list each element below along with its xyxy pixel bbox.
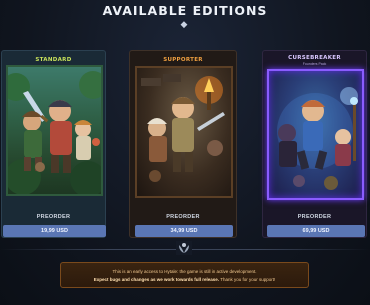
edition-subtitle: Founders Pack <box>302 62 327 66</box>
price-button-supporter[interactable]: 34,99 USD <box>135 225 233 237</box>
price-button-standard[interactable]: 19,99 USD <box>3 225 106 237</box>
edition-artwork-cursebreaker <box>267 69 364 200</box>
cursebreaker-artwork-illustration <box>277 87 358 190</box>
early-access-notice: This is an early access to Hytale: the g… <box>60 262 309 288</box>
notice-text-secondary: Expect bugs and changes as we work towar… <box>61 277 308 282</box>
diamond-ornament-icon: ◆ <box>180 19 188 29</box>
laurel-ornament-icon <box>176 241 192 255</box>
edition-name: STANDARD <box>35 57 72 63</box>
notice-text: This is an early access to Hytale: the g… <box>112 269 257 274</box>
preorder-label: PREORDER <box>166 214 200 220</box>
edition-artwork-standard <box>6 65 103 196</box>
notice-thanks: Thank you for your support! <box>219 277 276 282</box>
edition-card-standard[interactable]: STANDARD PREORDER 19,99 USD <box>1 50 106 238</box>
preorder-label: PREORDER <box>297 214 332 220</box>
price-button-cursebreaker[interactable]: 69,99 USD <box>267 225 365 237</box>
edition-card-supporter[interactable]: SUPPORTER PREORDER 34,99 USD <box>129 50 237 238</box>
page-title: AVAILABLE EDITIONS <box>102 3 268 18</box>
supporter-artwork-illustration <box>141 74 225 182</box>
edition-card-cursebreaker[interactable]: CURSEBREAKER Founders Pack PREORDER 69,9… <box>262 50 367 238</box>
edition-name: SUPPORTER <box>163 57 203 63</box>
edition-name: CURSEBREAKER <box>288 55 341 61</box>
edition-artwork-supporter <box>135 66 233 198</box>
standard-artwork-illustration <box>8 71 101 194</box>
preorder-label: PREORDER <box>36 214 71 220</box>
notice-emphasis: Expect bugs and changes as we work towar… <box>93 277 220 282</box>
